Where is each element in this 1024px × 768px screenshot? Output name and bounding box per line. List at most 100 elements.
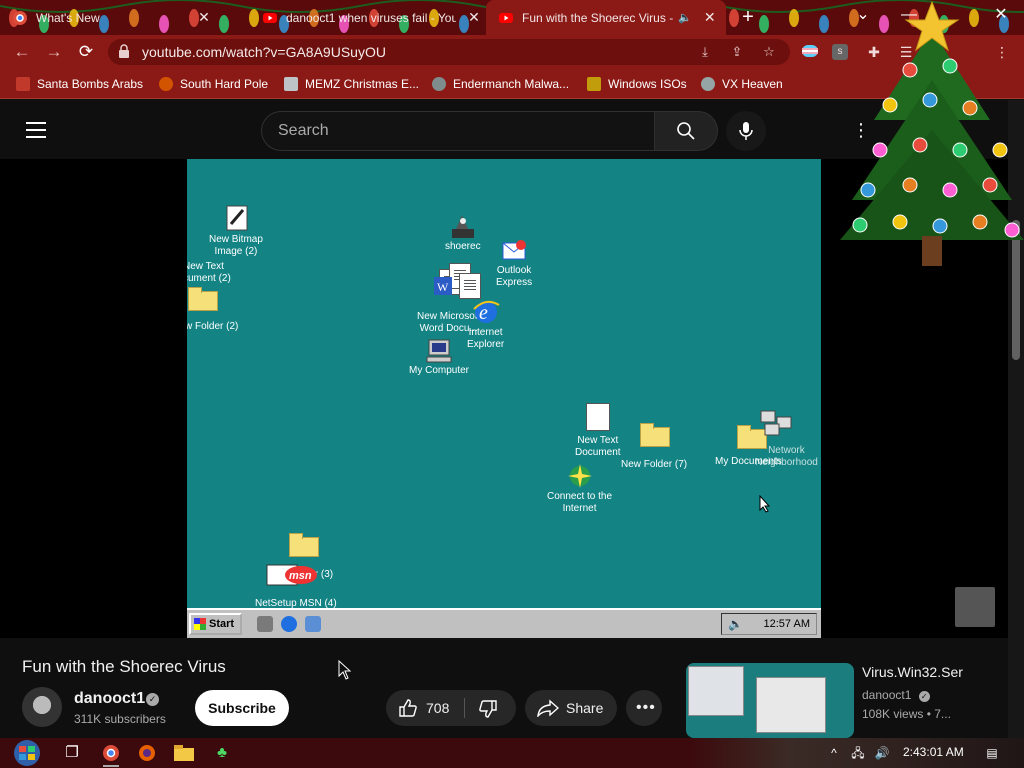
video-title: Fun with the Shoerec Virus (22, 657, 226, 676)
connect-internet-icon (567, 464, 592, 488)
subscribe-button[interactable]: Subscribe (195, 690, 289, 726)
tab-danooct1-viruses[interactable]: danooct1 when viruses fail - You ✕ (250, 0, 486, 35)
folder-icon (188, 287, 218, 311)
thumbs-up-icon[interactable] (398, 698, 418, 718)
bookmark-vx-heaven[interactable]: VX Heaven (701, 69, 783, 99)
file-explorer-taskbar-icon[interactable] (167, 741, 201, 765)
chrome-taskbar-icon[interactable] (94, 741, 128, 767)
tab-shoerec-virus[interactable]: Fun with the Shoerec Virus - 🔈 ✕ (486, 0, 726, 35)
back-button[interactable]: ← (10, 40, 34, 64)
bookmark-windows-isos[interactable]: Windows ISOs (587, 69, 687, 99)
win95-tray: 🔈 12:57 AM (721, 613, 817, 635)
bookmark-favicon-icon (432, 77, 446, 91)
chrome-icon (13, 10, 27, 25)
verified-badge-icon: ✓ (918, 691, 930, 702)
show-hidden-icons-icon[interactable]: ^ (826, 745, 842, 761)
close-icon[interactable]: ✕ (466, 9, 482, 26)
desktop-icon: New Text Document (575, 403, 621, 459)
ornament-icon (942, 58, 958, 74)
ornament-icon (962, 100, 978, 116)
tab-whats-new[interactable]: What's New ✕ (0, 0, 250, 35)
christmas-bulb-icon (819, 15, 829, 33)
firefox-taskbar-icon[interactable] (130, 741, 164, 765)
search-input[interactable] (262, 112, 622, 150)
reload-button[interactable]: ⟳ (74, 40, 98, 64)
channel-name[interactable]: danooct1 (74, 690, 145, 708)
bookmark-favicon-icon (701, 77, 715, 91)
address-bar[interactable]: youtube.com/watch?v=GA8A9USuyOU ⤓ ⇪ ☆ (108, 39, 790, 65)
thumbnail-window (688, 666, 744, 716)
mouse-pointer-icon (338, 660, 352, 680)
ie-quicklaunch-icon (281, 616, 297, 632)
tree-app-taskbar-icon[interactable]: ♣ (205, 741, 239, 765)
more-actions-button[interactable]: ••• (626, 690, 662, 726)
ornament-icon (902, 62, 918, 78)
channel-avatar[interactable] (22, 687, 62, 727)
system-clock[interactable]: 2:43:01 AM (903, 745, 964, 759)
desktop-icon: New Folder (7) (621, 459, 688, 470)
bookmark-santa-bombs[interactable]: Santa Bombs Arabs (16, 69, 143, 99)
verified-badge-icon: ✓ (146, 693, 159, 706)
desktop-icon: My Computer (409, 337, 469, 377)
mouse-pointer-icon (759, 495, 771, 513)
guide-menu-icon[interactable] (26, 122, 46, 138)
lock-icon (119, 44, 129, 58)
search-icon (677, 122, 695, 140)
like-count[interactable]: 708 (426, 690, 449, 726)
windows-start-icon[interactable] (10, 739, 44, 767)
forward-button[interactable]: → (42, 40, 66, 64)
outlook-express-icon (502, 240, 527, 260)
channel-watermark-icon[interactable] (955, 587, 995, 627)
share-icon[interactable]: ⇪ (728, 43, 746, 61)
search-button[interactable] (654, 111, 718, 151)
share-arrow-icon (537, 699, 559, 717)
volume-icon: 🔈 (728, 617, 743, 631)
bookmark-star-icon[interactable]: ☆ (760, 43, 778, 61)
profile-flag-icon[interactable] (800, 42, 820, 62)
thumbs-down-icon[interactable] (478, 699, 498, 719)
ornament-icon (872, 142, 888, 158)
close-icon[interactable]: ✕ (702, 9, 718, 26)
ornament-icon (952, 142, 968, 158)
youtube-icon (263, 12, 277, 23)
task-view-icon[interactable]: ❐ (55, 741, 89, 765)
windows-taskbar: ❐ ♣ ^ 🖧 🔊 2:43:01 AM ▤ (0, 738, 1024, 768)
thumbnail-window (756, 677, 826, 733)
ornament-icon (932, 218, 948, 234)
bookmark-endermanch[interactable]: Endermanch Malwa... (432, 69, 569, 99)
bookmark-label: Santa Bombs Arabs (37, 77, 144, 91)
desktop-icon: Network Neighborhood (755, 445, 818, 468)
win95-taskbar: Start 🔈 12:57 AM (187, 608, 821, 638)
share-button[interactable]: Share (525, 690, 617, 726)
ornament-icon (902, 177, 918, 193)
paint-brush-icon (226, 205, 248, 231)
ornament-icon (852, 217, 868, 233)
bookmark-south-hard-pole[interactable]: South Hard Pole (159, 69, 268, 99)
christmas-bulb-icon (789, 9, 799, 27)
bookmark-memz[interactable]: MEMZ Christmas E... (284, 69, 419, 99)
share-label: Share (566, 700, 604, 716)
close-icon[interactable]: ✕ (196, 9, 212, 26)
recommended-video-meta: 108K views • 7... (862, 707, 951, 721)
bookmark-favicon-icon (159, 77, 173, 91)
msn-setup-icon: msn (266, 564, 317, 586)
voice-search-button[interactable] (726, 111, 766, 151)
volume-icon[interactable]: 🔊 (874, 745, 890, 761)
desktop-icon: e Internet Explorer (467, 297, 504, 351)
win95-desktop-video-frame: New Bitmap Image (2) New Text cument (2)… (187, 159, 821, 638)
recommended-video-title[interactable]: Virus.Win32.Ser (862, 664, 963, 680)
recommended-video-channel[interactable]: danooct1 ✓ (862, 688, 930, 702)
shoerec-icon (451, 215, 474, 238)
christmas-bulb-icon (759, 15, 769, 33)
win95-start-button: Start (189, 613, 242, 635)
network-icon[interactable]: 🖧 (850, 745, 866, 761)
subscriber-count: 311K subscribers (74, 712, 166, 726)
new-tab-button[interactable]: + (738, 6, 758, 29)
notifications-icon[interactable]: ▤ (984, 745, 1000, 761)
speaker-icon[interactable]: 🔈 (678, 11, 692, 24)
install-app-icon[interactable]: ⤓ (696, 43, 714, 61)
bookmark-favicon-icon (284, 77, 298, 91)
ornament-icon (882, 97, 898, 113)
christmas-tree-decoration (840, 0, 1024, 266)
recommended-video-thumbnail[interactable] (686, 663, 854, 738)
